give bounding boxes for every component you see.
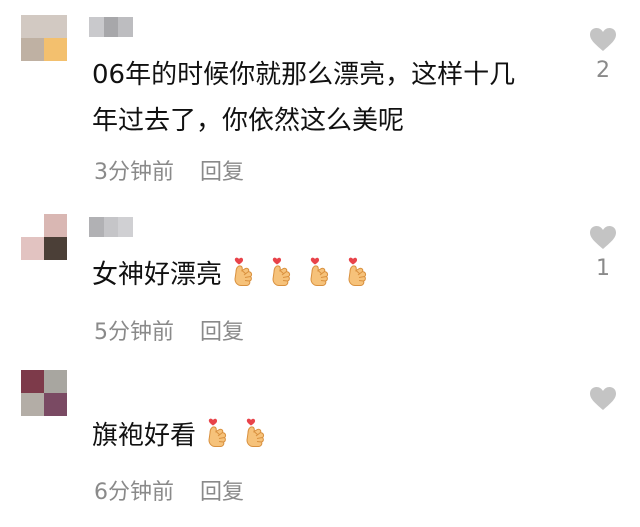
comment-meta: 5分钟前 回复 [94,314,244,346]
finger-heart-icon [306,255,332,289]
heart-icon[interactable] [589,386,617,411]
heart-icon[interactable] [589,225,617,250]
username-redacted[interactable] [89,217,134,237]
comment-meta: 3分钟前 回复 [94,154,244,186]
reply-button[interactable]: 回复 [200,474,244,506]
avatar-cell [44,237,67,260]
username-segment [103,217,119,237]
comment-meta: 6分钟前 回复 [94,474,244,506]
heart-icon[interactable] [589,27,617,52]
avatar-cell [44,393,67,416]
comment-text: 06年的时候你就那么漂亮，这样十几 年过去了，你依然这么美呢 [92,52,562,144]
avatar-cell [21,393,44,416]
avatar-cell [21,237,44,260]
username-segment [89,217,104,237]
comment-text-line: 女神好漂亮 [92,257,370,290]
like-button[interactable] [588,386,618,411]
comment-text: 女神好漂亮 [92,252,562,298]
like-button[interactable]: 1 [588,225,618,281]
comment-text: 旗袍好看 [92,413,562,459]
username-segment [118,217,134,237]
comment-text-line: 06年的时候你就那么漂亮，这样十几 [92,60,516,90]
avatar-cell [21,15,44,38]
like-count: 1 [596,256,610,281]
comment-timestamp: 6分钟前 [94,480,174,505]
reply-button[interactable]: 回复 [200,314,244,346]
like-button[interactable]: 2 [588,27,618,83]
username-segment [89,17,104,37]
comment-text-line: 年过去了，你依然这么美呢 [92,106,405,136]
avatar-cell [44,214,67,237]
avatar-cell [21,214,44,237]
avatar[interactable] [21,370,67,416]
avatar-cell [21,38,44,61]
comment-text-content: 女神好漂亮 [92,260,223,290]
comment-timestamp: 3分钟前 [94,160,174,185]
username-redacted[interactable] [89,17,134,37]
avatar[interactable] [21,214,67,260]
finger-heart-icon [230,255,256,289]
emoji-row [222,257,370,290]
avatar-cell [21,370,44,393]
comment-timestamp: 5分钟前 [94,320,174,345]
username-segment [118,17,134,37]
finger-heart-icon [268,255,294,289]
reply-button[interactable]: 回复 [200,154,244,186]
like-count: 2 [596,58,610,83]
finger-heart-icon [344,255,370,289]
comment-text-line: 旗袍好看 [92,418,268,451]
finger-heart-icon [204,416,230,450]
emoji-row [196,418,268,451]
finger-heart-icon [242,416,268,450]
avatar-cell [44,370,67,393]
avatar-cell [44,15,67,38]
username-segment [103,17,119,37]
comment-text-content: 旗袍好看 [92,421,197,451]
avatar[interactable] [21,15,67,61]
avatar-cell [44,38,67,61]
